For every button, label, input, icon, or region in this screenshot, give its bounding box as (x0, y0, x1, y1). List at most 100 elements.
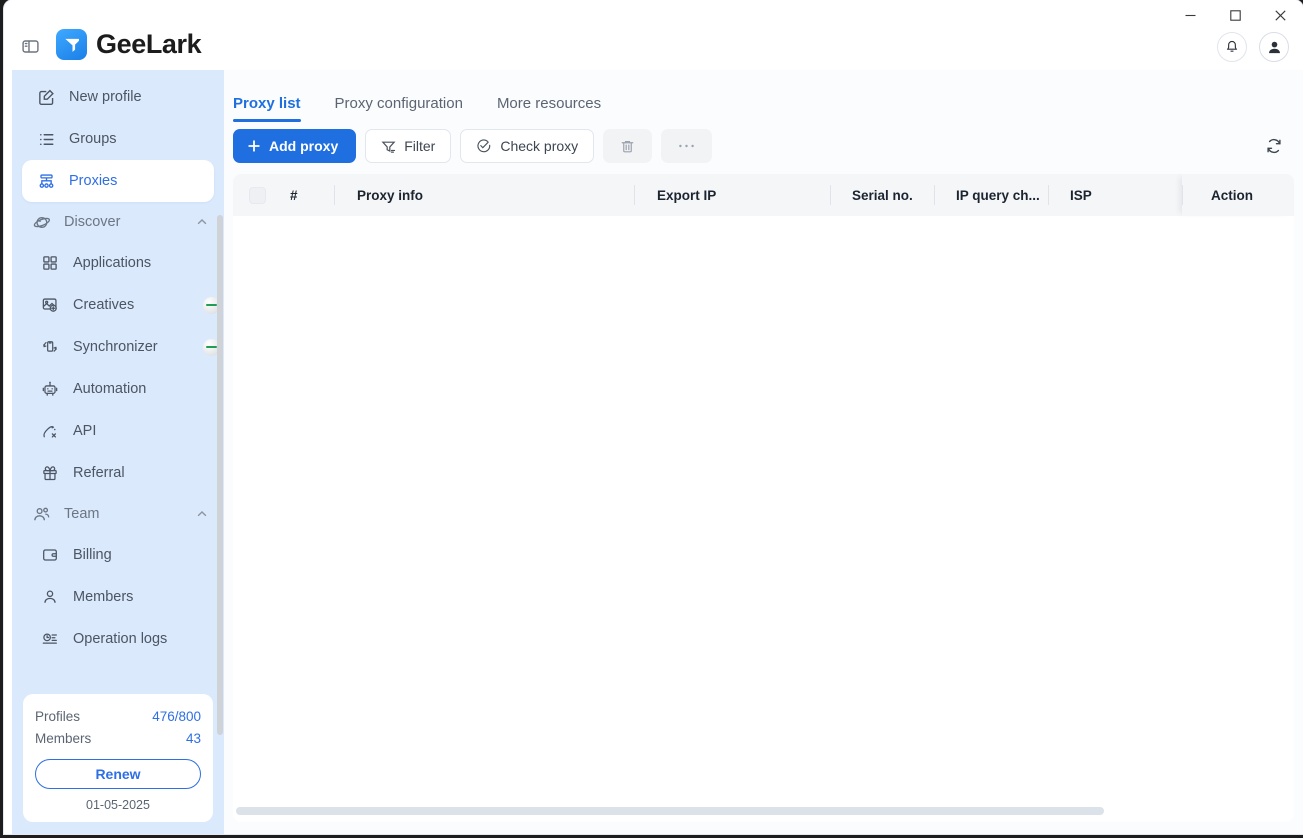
sidebar-item-operation-logs[interactable]: Operation logs (22, 618, 214, 660)
sidebar-scrollbar[interactable] (217, 215, 223, 735)
maximize-icon[interactable] (1213, 0, 1258, 30)
plan-profiles-row: Profiles 476/800 (35, 706, 201, 728)
plan-profiles-value: 476/800 (152, 709, 201, 724)
horizontal-scrollbar-thumb[interactable] (236, 807, 1104, 815)
sidebar-item-applications[interactable]: Applications (22, 242, 214, 284)
api-icon (39, 420, 61, 442)
filter-button[interactable]: Filter (365, 129, 452, 163)
column-divider (634, 185, 635, 205)
check-proxy-label: Check proxy (500, 138, 579, 154)
column-header-label: Export IP (657, 187, 717, 203)
toolbar: Add proxy Filter Check proxy (233, 128, 1291, 164)
column-header-label: IP query ch... (956, 187, 1040, 203)
sidebar-item-label: Proxies (69, 173, 118, 189)
sidebar-item-label: Applications (73, 255, 152, 271)
sidebar-item-label: Referral (73, 465, 125, 481)
application-window: GeeLark New profile Groups Proxies Disco… (4, 0, 1303, 834)
column-divider (334, 185, 335, 205)
brand-name: GeeLark (96, 29, 202, 59)
column-header-proxy-info[interactable]: Proxy info (334, 174, 634, 216)
column-header-export-ip[interactable]: Export IP (634, 174, 830, 216)
proxy-table: # Proxy info Export IP Serial no. IP que… (233, 174, 1294, 822)
column-divider (1182, 185, 1183, 205)
list-icon (35, 128, 57, 150)
check-proxy-button[interactable]: Check proxy (460, 129, 595, 163)
column-divider (830, 185, 831, 205)
column-header-label: Serial no. (852, 187, 913, 203)
panel-toggle-icon[interactable] (18, 34, 42, 58)
sidebar-item-new-profile[interactable]: New profile (22, 76, 214, 118)
horizontal-scrollbar-track (233, 807, 1294, 815)
minimize-icon[interactable] (1168, 0, 1213, 30)
column-header-label: ISP (1070, 187, 1092, 203)
plan-members-value: 43 (185, 731, 201, 746)
sidebar-item-label: Synchronizer (73, 339, 158, 355)
geelark-logo-icon (56, 29, 87, 60)
sidebar-item-label: Members (73, 589, 134, 605)
add-proxy-label: Add proxy (269, 138, 339, 154)
tab-proxy-configuration[interactable]: Proxy configuration (335, 95, 463, 122)
robot-icon (39, 378, 61, 400)
plan-expiry-date: 01-05-2025 (86, 798, 150, 812)
sidebar-item-members[interactable]: Members (22, 576, 214, 618)
wallet-icon (39, 544, 61, 566)
tab-more-resources[interactable]: More resources (497, 95, 601, 122)
sidebar-group-discover[interactable]: Discover (22, 202, 214, 242)
sidebar-item-label: New profile (69, 89, 142, 105)
renew-button[interactable]: Renew (35, 759, 201, 789)
refresh-button[interactable] (1257, 129, 1291, 163)
column-divider (1048, 185, 1049, 205)
column-header-num[interactable]: # (278, 174, 334, 216)
sidebar-scroll-area: New profile Groups Proxies Discover Appl… (12, 70, 224, 698)
select-all-checkbox[interactable] (249, 186, 266, 204)
sidebar-item-api[interactable]: API (22, 410, 214, 452)
sidebar-item-synchronizer[interactable]: Synchronizer (22, 326, 220, 368)
sidebar-item-label: API (73, 423, 97, 439)
sidebar-item-proxies[interactable]: Proxies (22, 160, 214, 202)
proxies-network-icon (35, 170, 57, 192)
tab-proxy-list[interactable]: Proxy list (233, 95, 301, 122)
grid-apps-icon (39, 252, 61, 274)
user-avatar-icon[interactable] (1259, 32, 1289, 62)
delete-button[interactable] (603, 129, 653, 163)
bell-icon[interactable] (1217, 32, 1247, 62)
sidebar-item-automation[interactable]: Automation (22, 368, 214, 410)
title-bar: GeeLark (4, 0, 1303, 70)
image-plus-icon (39, 294, 61, 316)
filter-label: Filter (404, 138, 436, 154)
main-content: Proxy list Proxy configuration More reso… (224, 70, 1303, 834)
table-body (233, 216, 1294, 812)
brand-logo: GeeLark (56, 29, 202, 60)
add-proxy-button[interactable]: Add proxy (233, 129, 357, 163)
check-circle-icon (476, 138, 492, 154)
sidebar-group-team[interactable]: Team (22, 494, 214, 534)
plan-members-label: Members (35, 731, 92, 746)
table-header-row: # Proxy info Export IP Serial no. IP que… (233, 174, 1294, 216)
edit-square-icon (35, 86, 57, 108)
more-options-button[interactable] (661, 129, 713, 163)
refresh-icon (1265, 137, 1283, 155)
ellipsis-icon (678, 143, 695, 149)
plan-profiles-label: Profiles (35, 709, 81, 724)
trash-icon (620, 139, 635, 154)
sidebar: New profile Groups Proxies Discover Appl… (12, 70, 224, 834)
sidebar-group-label: Discover (64, 214, 121, 230)
plus-icon (247, 139, 261, 153)
sidebar-item-billing[interactable]: Billing (22, 534, 214, 576)
sidebar-item-label: Billing (73, 547, 112, 563)
column-divider (934, 185, 935, 205)
sidebar-item-groups[interactable]: Groups (22, 118, 214, 160)
column-header-ip-query-channel[interactable]: IP query ch... (934, 174, 1048, 216)
sidebar-item-label: Creatives (73, 297, 135, 313)
tab-bar: Proxy list Proxy configuration More reso… (233, 78, 601, 122)
column-header-action[interactable]: Action (1182, 174, 1294, 216)
column-header-serial-no[interactable]: Serial no. (830, 174, 934, 216)
close-icon[interactable] (1258, 0, 1303, 30)
discover-planet-icon (30, 211, 52, 233)
sidebar-item-creatives[interactable]: Creatives (22, 284, 220, 326)
topbar-actions (1217, 32, 1289, 62)
plan-card: Profiles 476/800 Members 43 Renew 01-05-… (23, 694, 213, 822)
person-icon (39, 586, 61, 608)
sidebar-nav: New profile Groups Proxies Discover Appl… (12, 70, 224, 660)
sidebar-item-referral[interactable]: Referral (22, 452, 214, 494)
